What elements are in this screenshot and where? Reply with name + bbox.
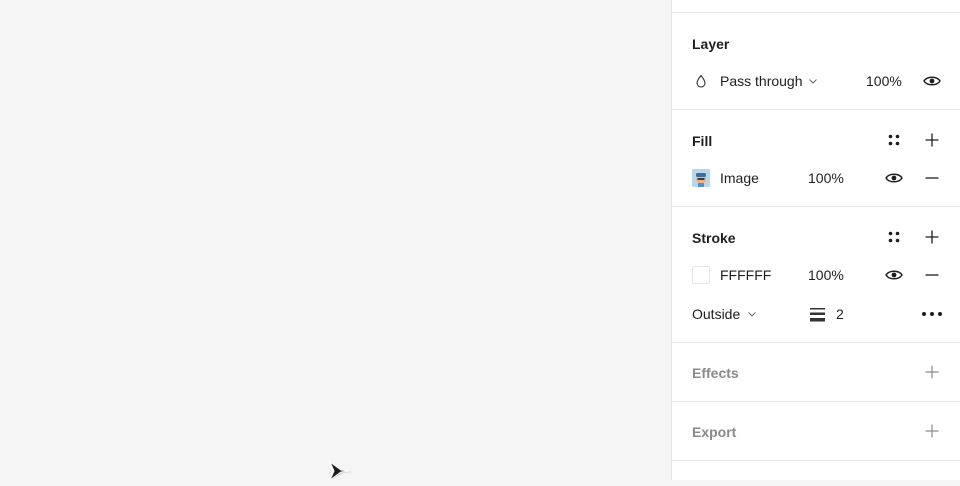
layer-section-title: Layer xyxy=(692,36,730,52)
stroke-color-hex-input[interactable]: FFFFFF xyxy=(720,266,771,284)
stroke-weight-icon xyxy=(805,302,829,326)
fill-opacity-input[interactable]: 100% xyxy=(808,169,844,187)
fill-section: Fill Image 100% xyxy=(672,109,960,207)
chevron-down-icon xyxy=(809,79,817,84)
fill-type-label[interactable]: Image xyxy=(720,169,759,187)
add-stroke-plus-icon[interactable] xyxy=(920,225,944,249)
stroke-color-swatch[interactable] xyxy=(692,266,710,284)
fill-section-title: Fill xyxy=(692,133,713,149)
design-canvas[interactable] xyxy=(0,0,671,482)
drop-icon xyxy=(689,69,713,93)
export-section: Export xyxy=(672,401,960,461)
effects-section-title[interactable]: Effects xyxy=(692,364,739,382)
export-section-title[interactable]: Export xyxy=(692,423,736,441)
eye-icon[interactable] xyxy=(882,166,906,190)
styles-grid-icon[interactable] xyxy=(882,225,906,249)
stroke-section-title: Stroke xyxy=(692,230,736,246)
eye-icon[interactable] xyxy=(882,263,906,287)
remove-fill-minus-icon[interactable] xyxy=(920,166,944,190)
stroke-section: Stroke FFFFFF 100% Outside 2 xyxy=(672,206,960,343)
stroke-opacity-input[interactable]: 100% xyxy=(808,266,844,284)
multiplayer-cursor-icon xyxy=(328,460,355,482)
blend-mode-dropdown[interactable]: Pass through xyxy=(720,69,830,93)
add-export-plus-icon[interactable] xyxy=(920,419,944,443)
more-horizontal-icon[interactable] xyxy=(920,302,944,326)
add-effect-plus-icon[interactable] xyxy=(920,360,944,384)
properties-panel: Layer Pass through 100% Fill Image 100% … xyxy=(671,0,960,480)
layer-opacity-input[interactable]: 100% xyxy=(866,72,902,90)
styles-grid-icon[interactable] xyxy=(882,128,906,152)
blend-mode-label: Pass through xyxy=(720,73,803,89)
eye-icon[interactable] xyxy=(920,69,944,93)
effects-section: Effects xyxy=(672,342,960,402)
remove-stroke-minus-icon[interactable] xyxy=(920,263,944,287)
stroke-weight-input[interactable]: 2 xyxy=(836,305,844,323)
stroke-position-dropdown[interactable]: Outside xyxy=(692,302,762,326)
add-fill-plus-icon[interactable] xyxy=(920,128,944,152)
stroke-position-label: Outside xyxy=(692,306,741,322)
chevron-down-icon xyxy=(748,312,756,317)
layer-section: Layer Pass through 100% xyxy=(672,12,960,110)
image-fill-thumbnail[interactable] xyxy=(692,169,710,187)
panel-bottom-divider xyxy=(672,460,960,480)
